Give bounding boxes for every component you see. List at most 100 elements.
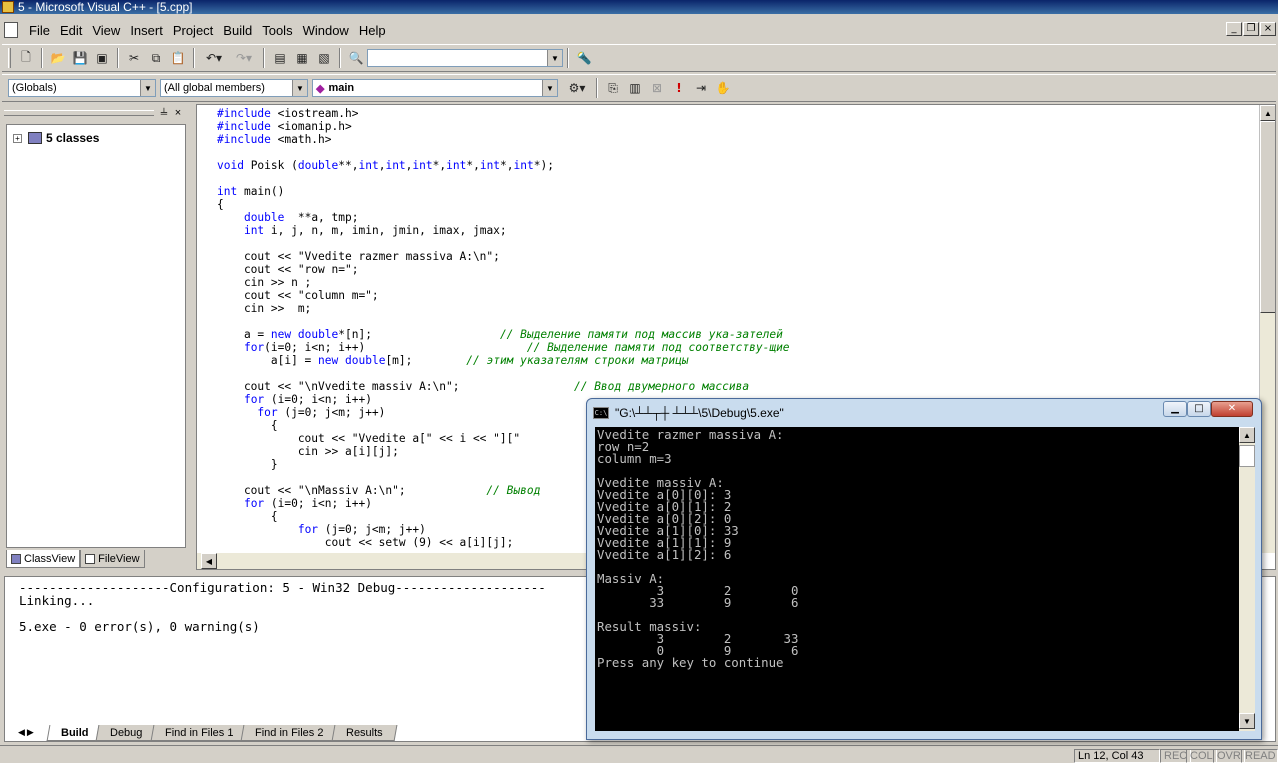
scroll-left-arrow[interactable]: ◀ <box>201 553 217 569</box>
code-line[interactable]: cin >> n ; <box>217 276 790 289</box>
scroll-thumb[interactable] <box>1260 121 1275 313</box>
console-screen[interactable]: Vvedite razmer massiva A: row n=2 column m… <box>595 427 1239 731</box>
menu-edit[interactable]: Edit <box>55 23 87 38</box>
cut-icon[interactable]: ✂ <box>123 48 145 68</box>
console-minimize-button[interactable]: ▁ <box>1163 401 1187 417</box>
console-title-bar[interactable]: C:\ "G:\┴┴┬┼ ┴┴┴\5\Debug\5.exe" <box>593 403 784 423</box>
function-combo[interactable]: ◆ main ▼ <box>312 79 558 97</box>
output-line: 5.exe - 0 error(s), 0 warning(s) <box>19 619 260 634</box>
copy-icon[interactable]: ⧉ <box>145 48 167 68</box>
menu-insert[interactable]: Insert <box>125 23 168 38</box>
output-window-icon[interactable]: ▦ <box>291 48 313 68</box>
tab-results[interactable]: Results <box>331 724 397 741</box>
pane-close-icon[interactable]: × <box>172 108 184 119</box>
toolbar-grip[interactable] <box>8 48 11 68</box>
chevron-down-icon[interactable]: ▼ <box>547 50 562 66</box>
wizard-actions-icon[interactable]: ⚙▾ <box>562 78 592 98</box>
build-icon[interactable]: ▥ <box>624 78 646 98</box>
function-combo-value: main <box>328 82 355 94</box>
save-all-icon[interactable]: ▣ <box>91 48 113 68</box>
scope-combo[interactable]: (Globals) ▼ <box>8 79 156 97</box>
app-icon[interactable] <box>2 1 14 13</box>
code-line[interactable]: for(i=0; i<n; i++) // Выделение памяти п… <box>217 341 790 354</box>
chevron-down-icon[interactable]: ▼ <box>292 80 307 96</box>
code-line[interactable] <box>217 315 790 328</box>
mdi-minimize-button[interactable]: _ <box>1226 22 1242 36</box>
tab-debug[interactable]: Debug <box>95 724 158 741</box>
scroll-down-arrow[interactable]: ▼ <box>1239 713 1255 729</box>
menu-project[interactable]: Project <box>168 23 218 38</box>
chevron-down-icon[interactable]: ▼ <box>140 80 155 96</box>
workspace-icon[interactable]: ▤ <box>269 48 291 68</box>
code-line[interactable]: int main() <box>217 185 790 198</box>
menu-file[interactable]: File <box>24 23 55 38</box>
chevron-down-icon[interactable]: ▼ <box>542 80 557 96</box>
scroll-up-arrow[interactable]: ▲ <box>1239 427 1255 443</box>
code-line[interactable]: cin >> m; <box>217 302 790 315</box>
compile-icon[interactable]: ⎘ <box>602 78 624 98</box>
stop-build-icon[interactable]: ⊠ <box>646 78 668 98</box>
expand-icon[interactable]: + <box>13 133 22 143</box>
redo-icon[interactable]: ↷▾ <box>229 48 259 68</box>
toolbar-separator <box>117 48 119 68</box>
window-list-icon[interactable]: ▧ <box>313 48 335 68</box>
find-icon[interactable]: 🔦 <box>573 48 595 68</box>
mdi-close-button[interactable]: × <box>1260 22 1276 36</box>
code-line[interactable]: int i, j, n, m, imin, jmin, imax, jmax; <box>217 224 790 237</box>
console-line: Vvedite a[1][2]: 6 <box>597 547 732 562</box>
console-window[interactable]: C:\ "G:\┴┴┬┼ ┴┴┴\5\Debug\5.exe" ▁ □ ✕ Vv… <box>586 398 1262 740</box>
code-line[interactable]: #include <math.h> <box>217 133 790 146</box>
document-icon[interactable] <box>4 22 18 38</box>
tab-scroll-arrows-icon[interactable]: ◀▶ <box>18 728 36 738</box>
console-output-text: Vvedite razmer massiva A: row n=2 column m… <box>597 428 798 669</box>
tab-fileview[interactable]: FileView <box>80 550 145 568</box>
console-vertical-scrollbar[interactable]: ▲ ▼ <box>1239 427 1255 731</box>
tab-build[interactable]: Build <box>46 724 103 741</box>
menu-help[interactable]: Help <box>354 23 391 38</box>
breakpoint-hand-icon[interactable]: ✋ <box>712 78 734 98</box>
tab-classview[interactable]: ClassView <box>6 550 81 568</box>
go-icon[interactable]: ⇥ <box>690 78 712 98</box>
find-combo[interactable]: ▼ <box>367 49 563 67</box>
menu-window[interactable]: Window <box>298 23 354 38</box>
console-icon[interactable]: C:\ <box>593 407 609 419</box>
code-line[interactable]: cout << "column m="; <box>217 289 790 302</box>
undo-icon[interactable]: ↶▾ <box>199 48 229 68</box>
scroll-up-arrow[interactable]: ▲ <box>1260 105 1275 121</box>
console-title: "G:\┴┴┬┼ ┴┴┴\5\Debug\5.exe" <box>615 406 784 420</box>
tab-find-in-files-2[interactable]: Find in Files 2 <box>240 724 339 741</box>
code-line[interactable]: void Poisk (double**,int,int,int*,int*,i… <box>217 159 790 172</box>
code-line[interactable] <box>217 146 790 159</box>
scroll-thumb[interactable] <box>1239 445 1255 467</box>
members-combo[interactable]: (All global members) ▼ <box>160 79 308 97</box>
new-text-file-icon[interactable]: 🗋 <box>15 48 37 68</box>
open-folder-icon[interactable]: 📂 <box>47 48 69 68</box>
code-line[interactable]: cout << "Vvedite razmer massiva A:\n"; <box>217 250 790 263</box>
console-close-button[interactable]: ✕ <box>1211 401 1253 417</box>
menu-tools[interactable]: Tools <box>257 23 297 38</box>
code-line[interactable]: cout << "row n="; <box>217 263 790 276</box>
mdi-restore-button[interactable]: ❐ <box>1243 22 1259 36</box>
code-line[interactable]: a = new double*[n]; // Выделение памяти … <box>217 328 790 341</box>
execute-icon[interactable]: ! <box>668 78 690 98</box>
code-line[interactable]: cout << "\nVvedite massiv A:\n"; // Ввод… <box>217 380 790 393</box>
menu-bar: File Edit View Insert Project Build Tool… <box>0 18 1278 42</box>
paste-icon[interactable]: 📋 <box>167 48 189 68</box>
menu-view[interactable]: View <box>87 23 125 38</box>
menu-build[interactable]: Build <box>218 23 257 38</box>
console-maximize-button[interactable]: □ <box>1187 401 1211 417</box>
code-line[interactable]: double **a, tmp; <box>217 211 790 224</box>
code-line[interactable]: #include <iomanip.h> <box>217 120 790 133</box>
pane-pin-icon[interactable]: ╧ <box>158 108 170 119</box>
code-line[interactable]: #include <iostream.h> <box>217 107 790 120</box>
code-line[interactable] <box>217 172 790 185</box>
tab-find-in-files-1[interactable]: Find in Files 1 <box>150 724 248 741</box>
code-line[interactable] <box>217 367 790 380</box>
code-line[interactable]: { <box>217 198 790 211</box>
tree-item-classes[interactable]: + 5 classes <box>13 131 99 145</box>
code-line[interactable]: a[i] = new double[m]; // этим указателям… <box>217 354 790 367</box>
find-in-files-icon[interactable]: 🔍 <box>345 48 367 68</box>
code-line[interactable] <box>217 237 790 250</box>
save-icon[interactable]: 💾 <box>69 48 91 68</box>
pane-grip[interactable] <box>4 110 154 116</box>
